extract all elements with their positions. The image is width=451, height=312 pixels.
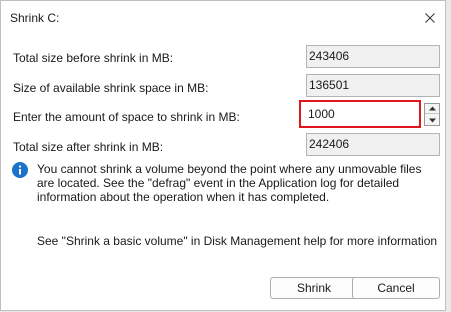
total-size-before-field: 243406	[306, 45, 440, 68]
info-icon	[12, 162, 28, 178]
chevron-down-icon	[428, 118, 436, 122]
shrink-button[interactable]: Shrink	[270, 277, 358, 299]
available-shrink-space-field: 136501	[306, 74, 440, 97]
close-button[interactable]	[415, 1, 445, 35]
total-size-after-field: 242406	[306, 133, 440, 156]
total-size-after-label: Total size after shrink in MB:	[13, 140, 164, 154]
help-message: See "Shrink a basic volume" in Disk Mana…	[37, 234, 438, 248]
shrink-amount-highlight	[299, 100, 421, 128]
close-icon	[425, 13, 435, 23]
cancel-button[interactable]: Cancel	[352, 277, 440, 299]
shrink-dialog: Shrink C: Total size before shrink in MB…	[0, 0, 446, 311]
chevron-up-icon	[428, 106, 436, 111]
shrink-amount-spinner	[424, 103, 440, 126]
spin-up-button[interactable]	[425, 104, 439, 114]
spin-down-button[interactable]	[425, 115, 439, 125]
shrink-amount-label: Enter the amount of space to shrink in M…	[13, 110, 240, 124]
available-shrink-space-label: Size of available shrink space in MB:	[13, 81, 209, 95]
info-message: You cannot shrink a volume beyond the po…	[37, 162, 422, 204]
shrink-amount-input[interactable]	[306, 105, 414, 123]
title-bar: Shrink C:	[1, 1, 445, 35]
dialog-title: Shrink C:	[10, 11, 60, 25]
total-size-before-label: Total size before shrink in MB:	[13, 51, 174, 65]
